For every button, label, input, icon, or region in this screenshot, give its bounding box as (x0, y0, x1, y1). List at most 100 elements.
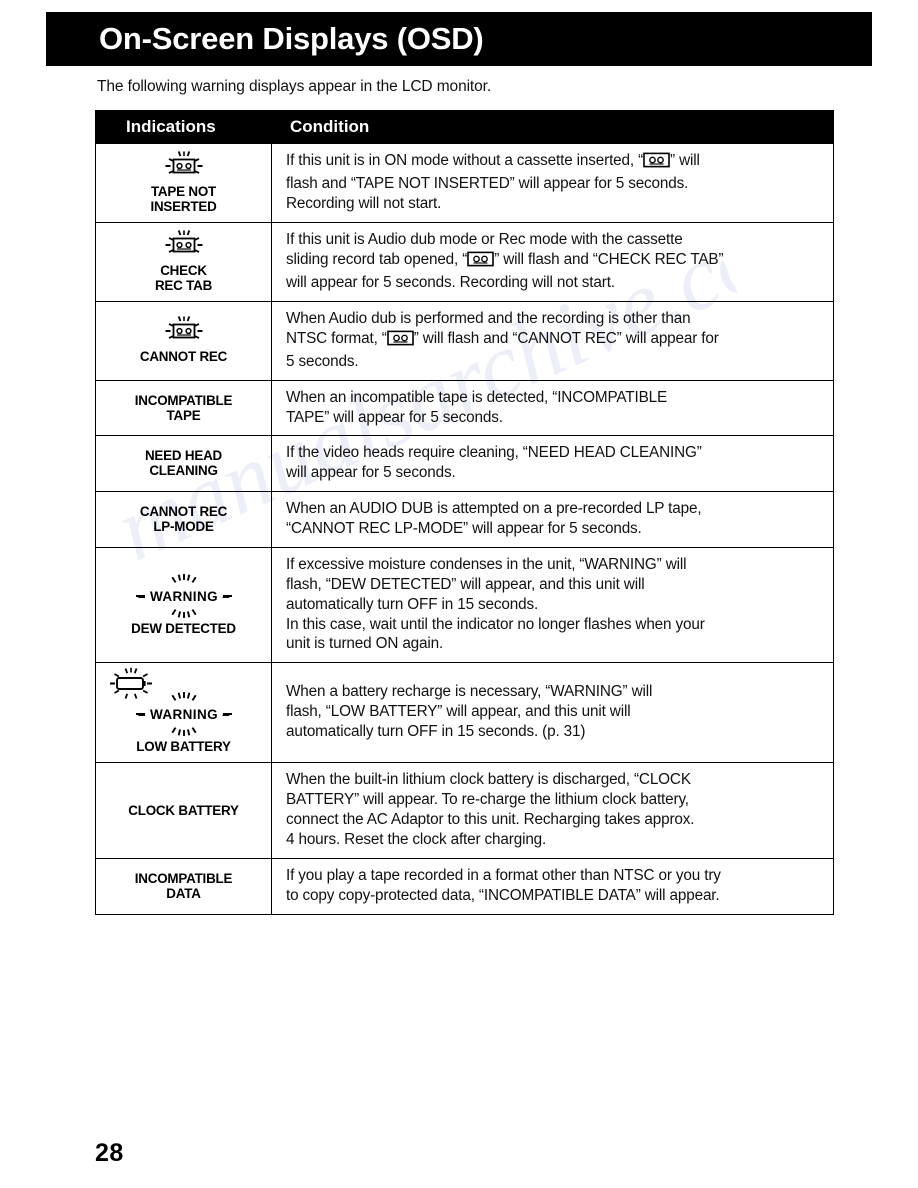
cassette-inline-icon (386, 330, 414, 352)
osd-warning-table: Indications Condition TAPE NOT INSERTED If… (95, 110, 834, 915)
warning-flash-icon: – WARNING – (100, 573, 267, 618)
condition-text: If you play a tape recorded in a format … (286, 866, 721, 884)
svg-text:– WARNING –: – WARNING – (137, 589, 229, 604)
indication-label-line: CANNOT REC (139, 504, 228, 519)
indication-label-line: CHECK (160, 263, 207, 278)
condition-text: will appear for 5 seconds. (286, 464, 456, 482)
indication-cell: NEED HEAD CLEANING (95, 435, 272, 493)
indication-cell: INCOMPATIBLE DATA (95, 857, 272, 915)
condition-cell: If excessive moisture condenses in the u… (271, 546, 834, 664)
indication-cell: CANNOT REC LP-MODE (95, 491, 272, 548)
condition-line: If this unit is Audio dub mode or Rec mo… (286, 230, 823, 250)
condition-line: When the built-in lithium clock battery … (286, 770, 823, 790)
condition-text: When an incompatible tape is detected, “… (286, 388, 668, 406)
condition-line: When a battery recharge is necessary, “W… (286, 682, 823, 702)
condition-cell: If you play a tape recorded in a format … (271, 857, 834, 915)
condition-cell: If this unit is in ON mode without a cas… (271, 143, 834, 223)
condition-text: Recording will not start. (286, 194, 442, 212)
condition-text: If excessive moisture condenses in the u… (286, 555, 687, 573)
indication-label-line: DATA (166, 885, 201, 901)
indication-label-line: LOW BATTERY (136, 739, 231, 755)
column-header-condition: Condition (271, 110, 834, 144)
condition-line: If this unit is in ON mode without a cas… (286, 151, 823, 174)
intro-text: The following warning displays appear in… (97, 78, 492, 95)
table-head: Indications Condition (95, 110, 834, 144)
condition-cell: When Audio dub is performed and the reco… (271, 301, 834, 381)
condition-line: If the video heads require cleaning, “NE… (286, 443, 823, 463)
table-row: – WARNING – DEW DETECTED If excessive moi… (95, 546, 834, 664)
condition-line: flash, “LOW BATTERY” will appear, and th… (286, 702, 823, 722)
indication-cell: CANNOT REC (95, 301, 272, 381)
table-row: – WARNING – LOW BATTERY When a battery re… (95, 662, 834, 764)
condition-line: automatically turn OFF in 15 seconds. (286, 595, 823, 615)
table-header-row: Indications Condition (95, 110, 834, 144)
indication-label-line: NEED HEAD (144, 448, 223, 464)
condition-text: 5 seconds. (286, 352, 359, 370)
condition-text: ” will flash and “CANNOT REC” will appea… (413, 329, 719, 347)
condition-text: When an AUDIO DUB is attempted on a pre-… (286, 500, 702, 518)
indication-cell: INCOMPATIBLE TAPE (95, 379, 272, 437)
condition-line: “CANNOT REC LP-MODE” will appear for 5 s… (286, 519, 823, 539)
condition-line: BATTERY” will appear. To re-charge the l… (286, 790, 823, 810)
svg-text:– WARNING –: – WARNING – (137, 707, 229, 722)
condition-text: unit is turned ON again. (286, 635, 444, 653)
condition-cell: If the video heads require cleaning, “NE… (271, 435, 834, 493)
indication-label-line: CANNOT REC (139, 349, 228, 365)
condition-line: Recording will not start. (286, 194, 823, 214)
condition-line: 4 hours. Reset the clock after charging. (286, 830, 823, 850)
condition-line: When Audio dub is performed and the reco… (286, 309, 823, 329)
condition-text: connect the AC Adaptor to this unit. Rec… (286, 811, 695, 828)
condition-line: will appear for 5 seconds. Recording wil… (286, 273, 823, 293)
condition-line: will appear for 5 seconds. (286, 463, 823, 483)
table-row: CLOCK BATTERY When the built-in lithium c… (95, 762, 834, 859)
condition-line: When an AUDIO DUB is attempted on a pre-… (286, 499, 823, 519)
condition-text: ” will flash and “CHECK REC TAB” (494, 251, 724, 269)
cassette-flash-icon (100, 230, 267, 260)
column-header-indications: Indications (95, 110, 272, 144)
low-battery-flash-icon (103, 667, 159, 701)
indication-label-line: INCOMPATIBLE (134, 392, 233, 408)
condition-line: flash, “DEW DETECTED” will appear, and t… (286, 575, 823, 595)
condition-text: “CANNOT REC LP-MODE” will appear for 5 s… (286, 520, 642, 537)
condition-line: In this case, wait until the indicator n… (286, 615, 823, 635)
condition-text: automatically turn OFF in 15 seconds. (p… (286, 723, 586, 741)
condition-text: If the video heads require cleaning, “NE… (286, 444, 702, 462)
condition-text: When the built-in lithium clock battery … (286, 771, 691, 789)
condition-line: When an incompatible tape is detected, “… (286, 388, 823, 408)
table-row: INCOMPATIBLE DATA If you play a tape recor… (95, 857, 834, 915)
cassette-flash-icon (100, 316, 267, 346)
condition-line: TAPE” will appear for 5 seconds. (286, 408, 823, 428)
condition-text: flash, “DEW DETECTED” will appear, and t… (286, 575, 645, 593)
condition-text: TAPE” will appear for 5 seconds. (286, 408, 503, 426)
indication-label-line: DEW DETECTED (131, 620, 236, 636)
condition-text: NTSC format, “ (286, 329, 387, 347)
indication-cell: – WARNING – DEW DETECTED (95, 546, 272, 664)
condition-line: unit is turned ON again. (286, 634, 823, 654)
condition-line: NTSC format, “ ” will flash and “CANNOT … (286, 329, 823, 352)
condition-cell: If this unit is Audio dub mode or Rec mo… (271, 222, 834, 302)
page-title-bar: On-Screen Displays (OSD) (46, 12, 872, 66)
indication-label-line: CLOCK BATTERY (128, 802, 239, 818)
condition-line: If you play a tape recorded in a format … (286, 866, 823, 886)
condition-text: If this unit is in ON mode without a cas… (286, 152, 644, 170)
table-row: CANNOT REC When Audio dub is performed an… (95, 301, 834, 381)
indication-cell: CHECK REC TAB (95, 222, 272, 302)
table-row: NEED HEAD CLEANING If the video heads requ… (95, 435, 834, 493)
indication-label-line: LP-MODE (153, 519, 214, 534)
condition-cell: When an incompatible tape is detected, “… (271, 379, 834, 437)
condition-text: will appear for 5 seconds. Recording wil… (286, 273, 615, 291)
cassette-inline-icon (467, 251, 494, 273)
cassette-inline-icon (643, 152, 670, 174)
condition-text: flash and “TAPE NOT INSERTED” will appea… (286, 175, 689, 193)
indication-label-line: REC TAB (154, 278, 213, 293)
cassette-flash-icon (100, 151, 267, 181)
indication-label-line: TAPE NOT (150, 184, 217, 199)
condition-text: When a battery recharge is necessary, “W… (286, 683, 653, 701)
table-row: CHECK REC TAB If this unit is Audio dub mo… (95, 222, 834, 302)
table-row: INCOMPATIBLE TAPE When an incompatible tap… (95, 379, 834, 437)
table-row: CANNOT REC LP-MODE When an AUDIO DUB is at… (95, 491, 834, 548)
condition-line: 5 seconds. (286, 352, 823, 372)
table-body: TAPE NOT INSERTED If this unit is in ON mo… (95, 143, 834, 915)
condition-text: If this unit is Audio dub mode or Rec mo… (286, 231, 683, 249)
condition-text: When Audio dub is performed and the reco… (286, 310, 691, 327)
